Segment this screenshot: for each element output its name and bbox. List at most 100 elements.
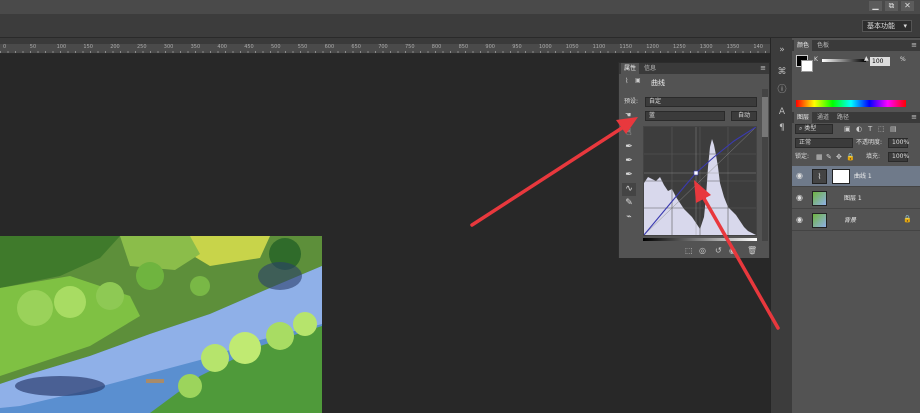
- properties-panel: 属性 信息 ≡ ⌇ ▣ 曲线 预设: 自定 ☚ 蓝 自动 ☝ ✒ ✒ ✒ ∿ ✎…: [618, 62, 770, 258]
- channel-hand-icon[interactable]: ☚: [625, 110, 631, 120]
- ruler-tick-label: 450: [244, 44, 254, 50]
- visibility-eye-icon[interactable]: ◉: [796, 171, 803, 180]
- ruler-tick-label: 500: [271, 44, 281, 50]
- ruler-tick-label: 750: [405, 44, 415, 50]
- layers-panel-tabs: 图层 通道 路径 ≡: [792, 112, 920, 123]
- curve-points-icon[interactable]: ∿: [622, 183, 636, 196]
- adjustment-filter-icon[interactable]: ◐: [856, 124, 862, 134]
- horizontal-ruler: 0 50 100 150 200 250 300 350 400 450 500 550 600 650 7…: [0, 44, 770, 54]
- ruler-tick-label: 1100: [592, 44, 606, 50]
- tab-layers[interactable]: 图层: [794, 112, 813, 123]
- background-color-swatch[interactable]: [801, 60, 813, 72]
- tab-info[interactable]: 信息: [641, 63, 659, 74]
- pencil-icon[interactable]: ✎: [622, 197, 636, 210]
- clip-to-layer-icon[interactable]: ⬚: [685, 246, 693, 255]
- scrollbar-thumb[interactable]: [762, 97, 768, 137]
- lock-position-icon[interactable]: ✥: [836, 152, 842, 162]
- lock-all-icon[interactable]: 🔒: [846, 152, 855, 162]
- document-image[interactable]: [0, 236, 322, 413]
- panel-menu-icon[interactable]: ≡: [760, 63, 766, 73]
- gray-point-eyedropper-icon[interactable]: ✒: [622, 155, 636, 168]
- fill-input[interactable]: 100%: [888, 152, 909, 162]
- layer-name[interactable]: 曲线 1: [854, 166, 872, 187]
- mask-icon[interactable]: ▣: [635, 76, 641, 86]
- smooth-icon[interactable]: ⌁: [622, 211, 636, 224]
- layer-name[interactable]: 图层 1: [844, 188, 862, 209]
- history-icon[interactable]: ⌘: [776, 66, 788, 78]
- ruler-tick-label: 350: [190, 44, 201, 50]
- ruler-tick-label: 250: [137, 44, 147, 50]
- tab-paths[interactable]: 路径: [834, 112, 852, 123]
- restore-button[interactable]: ⧉: [885, 1, 898, 11]
- toggle-visibility-eye-icon[interactable]: ◉: [729, 246, 736, 255]
- ruler-tick-label: 400: [217, 44, 227, 50]
- shape-filter-icon[interactable]: ⬚: [878, 124, 885, 134]
- layer-row[interactable]: ◉ 图层 1: [792, 188, 920, 209]
- curves-graph[interactable]: [643, 126, 757, 236]
- ruler-tick-label: 50: [29, 44, 37, 50]
- ruler-tick-label: 1250: [673, 44, 686, 50]
- visibility-eye-icon[interactable]: ◉: [796, 215, 803, 224]
- collapse-icon[interactable]: »: [776, 44, 788, 56]
- input-gradient-bar: [643, 238, 757, 241]
- properties-panel-tabs: 属性 信息 ≡: [619, 63, 769, 74]
- smart-object-filter-icon[interactable]: ▤: [890, 124, 897, 134]
- ruler-tick-label: 700: [378, 44, 388, 50]
- info-icon[interactable]: ⓘ: [776, 84, 788, 96]
- layer-row[interactable]: ◉ 背景 🔒: [792, 210, 920, 231]
- black-point-eyedropper-icon[interactable]: ✒: [622, 141, 636, 154]
- panel-menu-icon[interactable]: ≡: [911, 112, 917, 122]
- on-image-adjust-icon[interactable]: ☝: [622, 127, 636, 140]
- paragraph-icon[interactable]: ¶: [776, 122, 788, 134]
- lock-label: 锁定:: [795, 153, 810, 160]
- ruler-tick-label: 1050: [565, 44, 579, 50]
- tab-swatches[interactable]: 色板: [814, 40, 832, 51]
- visibility-eye-icon[interactable]: ◉: [796, 193, 803, 202]
- layer-filter-select[interactable]: ⌕ 类型: [795, 124, 833, 134]
- panel-menu-icon[interactable]: ≡: [911, 40, 917, 50]
- ruler-tick-label: 550: [297, 44, 308, 50]
- fill-label: 填充:: [866, 153, 881, 160]
- ruler-tick-label: 850: [458, 44, 469, 50]
- curves-adjustment-icon: ⌇: [812, 169, 827, 184]
- color-spectrum[interactable]: [796, 100, 906, 107]
- opacity-input[interactable]: 100%: [888, 138, 909, 148]
- white-point-eyedropper-icon[interactable]: ✒: [622, 169, 636, 182]
- ruler-tick-label: 0: [3, 44, 7, 50]
- view-previous-icon[interactable]: ◎: [699, 246, 706, 255]
- layer-mask-thumbnail[interactable]: [832, 169, 850, 184]
- slider-thumb-icon[interactable]: ▲: [864, 55, 869, 62]
- reset-icon[interactable]: ↺: [715, 246, 722, 255]
- preset-label: 预设:: [624, 98, 639, 105]
- ruler-tick-label: 950: [512, 44, 522, 50]
- blend-mode-select[interactable]: 正常: [795, 138, 853, 148]
- trash-icon[interactable]: 🗑: [747, 246, 757, 255]
- tab-channels[interactable]: 通道: [814, 112, 832, 123]
- layer-name[interactable]: 背景: [844, 210, 856, 231]
- auto-button[interactable]: 自动: [731, 111, 757, 121]
- ruler-tick-label: 1150: [619, 44, 633, 50]
- ruler-tick-label: 150: [83, 44, 93, 50]
- preset-select[interactable]: 自定: [645, 97, 757, 107]
- pixel-filter-icon[interactable]: ▣: [844, 124, 851, 134]
- ruler-tick-label: 1300: [699, 44, 713, 50]
- k-value-input[interactable]: 100: [870, 57, 890, 66]
- layer-row[interactable]: ◉ ⌇ 曲线 1: [792, 166, 920, 187]
- tab-properties[interactable]: 属性: [621, 63, 640, 74]
- minimize-button[interactable]: ▁: [869, 1, 882, 11]
- lock-transparent-icon[interactable]: ▦: [816, 152, 823, 162]
- panel-scrollbar[interactable]: [762, 89, 768, 241]
- layer-thumbnail: [812, 213, 827, 228]
- character-icon[interactable]: A: [776, 106, 788, 118]
- ruler-tick-label: 140: [753, 44, 763, 50]
- workspace-switcher[interactable]: 基本功能: [862, 20, 912, 32]
- close-button[interactable]: ✕: [901, 1, 914, 11]
- tab-color[interactable]: 颜色: [794, 40, 813, 51]
- ruler-tick-label: 200: [110, 44, 120, 50]
- lock-pixels-icon[interactable]: ✎: [826, 152, 832, 162]
- k-slider[interactable]: [822, 59, 866, 62]
- ruler-tick-label: 650: [351, 44, 361, 50]
- ruler-tick-label: 900: [485, 44, 495, 50]
- channel-select[interactable]: 蓝: [645, 111, 725, 121]
- type-filter-icon[interactable]: T: [868, 124, 872, 134]
